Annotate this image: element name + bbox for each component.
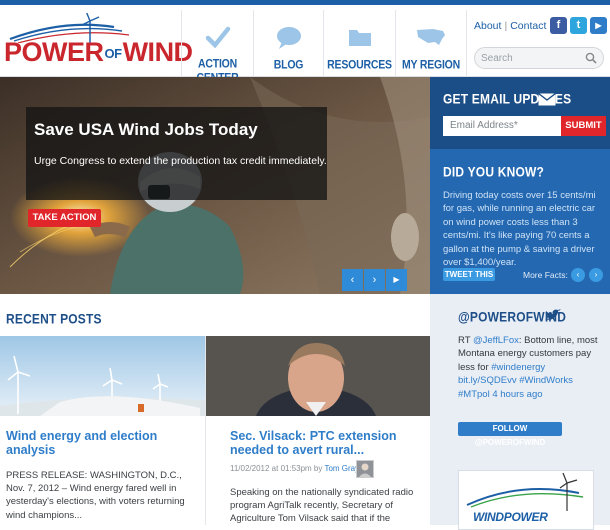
- site-header: POWEROFWIND ACTION CENTER BLOG RESOURCES: [0, 5, 610, 85]
- post-list: Wind energy and election analysis PRESS …: [0, 336, 430, 525]
- fact-text: Driving today costs over 15 cents/mi for…: [443, 190, 596, 269]
- twitter-icon[interactable]: t: [570, 17, 587, 34]
- next-fact-button[interactable]: ›: [589, 268, 603, 282]
- logo-wordmark: POWEROFWIND: [4, 37, 193, 67]
- nav-my-region[interactable]: MY REGION: [395, 10, 467, 82]
- post-excerpt: Speaking on the nationally syndicated ra…: [230, 487, 414, 525]
- recent-posts: RECENT POSTS Wind energy and election an…: [0, 294, 430, 525]
- tweet-this-button[interactable]: TWEET THIS: [443, 268, 495, 281]
- slider-controls: ‹ › ▶: [341, 269, 407, 291]
- windpower-ad-banner[interactable]: WINDPOWER: [458, 470, 594, 530]
- social-links: f t ▶: [550, 17, 607, 34]
- search-input[interactable]: Search: [474, 47, 604, 69]
- search-icon[interactable]: [585, 52, 597, 64]
- more-facts-label: More Facts:: [523, 270, 568, 280]
- twitter-feed: @POWEROFWIND RT @JeffLFox: Bottom line, …: [430, 294, 610, 530]
- twitter-bird-icon: [545, 309, 561, 320]
- sidebar: GET EMAIL UPDATES Email Address* SUBMIT …: [430, 77, 610, 530]
- post-card[interactable]: Wind energy and election analysis PRESS …: [0, 336, 205, 525]
- hashtag-link[interactable]: #windenergy: [491, 362, 545, 373]
- hashtag-link[interactable]: #MTpol: [458, 389, 490, 400]
- search-placeholder: Search: [481, 53, 513, 64]
- speech-bubble-icon: [254, 26, 323, 50]
- envelope-icon: [538, 93, 556, 106]
- email-field[interactable]: Email Address*: [443, 116, 561, 136]
- hashtag-link[interactable]: #WindWorks: [519, 375, 573, 386]
- submit-button[interactable]: SUBMIT: [561, 116, 606, 136]
- usa-map-icon: [396, 26, 466, 50]
- slider-play-button[interactable]: ▶: [386, 269, 407, 291]
- post-card[interactable]: Sec. Vilsack: PTC extension needed to av…: [205, 336, 430, 525]
- follow-button[interactable]: FOLLOW @POWEROFWIND: [458, 422, 562, 447]
- contact-link[interactable]: Contact: [510, 20, 546, 32]
- take-action-button[interactable]: TAKE ACTION: [28, 209, 101, 227]
- post-title-link[interactable]: Wind energy and election analysis: [6, 429, 196, 457]
- vilsack-portrait-image[interactable]: [206, 336, 430, 416]
- nav-action-center[interactable]: ACTION CENTER: [181, 10, 253, 85]
- hero-subtitle: Urge Congress to extend the production t…: [34, 155, 327, 167]
- hero-title: Save USA Wind Jobs Today: [34, 120, 258, 139]
- check-icon: [182, 26, 253, 50]
- windpower-ad-text: WINDPOWER: [473, 510, 548, 524]
- prev-fact-button[interactable]: ‹: [571, 268, 585, 282]
- slider-prev-button[interactable]: ‹: [342, 269, 363, 291]
- wind-turbines-image[interactable]: [0, 336, 205, 416]
- did-you-know: DID YOU KNOW? Driving today costs over 1…: [430, 149, 610, 294]
- recent-posts-heading: RECENT POSTS: [6, 310, 102, 328]
- youtube-icon[interactable]: ▶: [590, 17, 607, 34]
- author-avatar[interactable]: [356, 460, 374, 478]
- windpower-logo-icon: [466, 472, 584, 511]
- post-excerpt: PRESS RELEASE: WASHINGTON, D.C., Nov. 7,…: [6, 470, 185, 521]
- slider-next-button[interactable]: ›: [364, 269, 385, 291]
- hero-caption-box: Save USA Wind Jobs Today Urge Congress t…: [26, 107, 327, 200]
- facebook-icon[interactable]: f: [550, 17, 567, 34]
- about-link[interactable]: About: [474, 20, 501, 32]
- email-signup: GET EMAIL UPDATES Email Address* SUBMIT: [430, 77, 610, 149]
- tweet-text: RT @JeffLFox: Bottom line, most Montana …: [458, 335, 598, 400]
- power-of-wind-logo[interactable]: POWEROFWIND: [4, 13, 193, 73]
- tweet-handle-link[interactable]: @JeffLFox: [473, 335, 519, 346]
- main-nav: ACTION CENTER BLOG RESOURCES MY REGION: [181, 10, 467, 85]
- post-title-link[interactable]: Sec. Vilsack: PTC extension needed to av…: [230, 429, 425, 457]
- tweet-time-link[interactable]: 4 hours ago: [492, 389, 542, 400]
- tweet-url-link[interactable]: bit.ly/SQDEvv: [458, 375, 517, 386]
- author-link[interactable]: Tom Gray: [324, 464, 359, 473]
- hero-slider: Save USA Wind Jobs Today Urge Congress t…: [0, 77, 430, 294]
- utility-links: About | Contact: [474, 20, 547, 32]
- did-you-know-heading: DID YOU KNOW?: [443, 163, 545, 181]
- folder-icon: [324, 26, 395, 50]
- nav-blog[interactable]: BLOG: [253, 10, 323, 82]
- post-meta: 11/02/2012 at 01:53pm by Tom Gray: [230, 464, 360, 473]
- nav-resources[interactable]: RESOURCES: [323, 10, 395, 82]
